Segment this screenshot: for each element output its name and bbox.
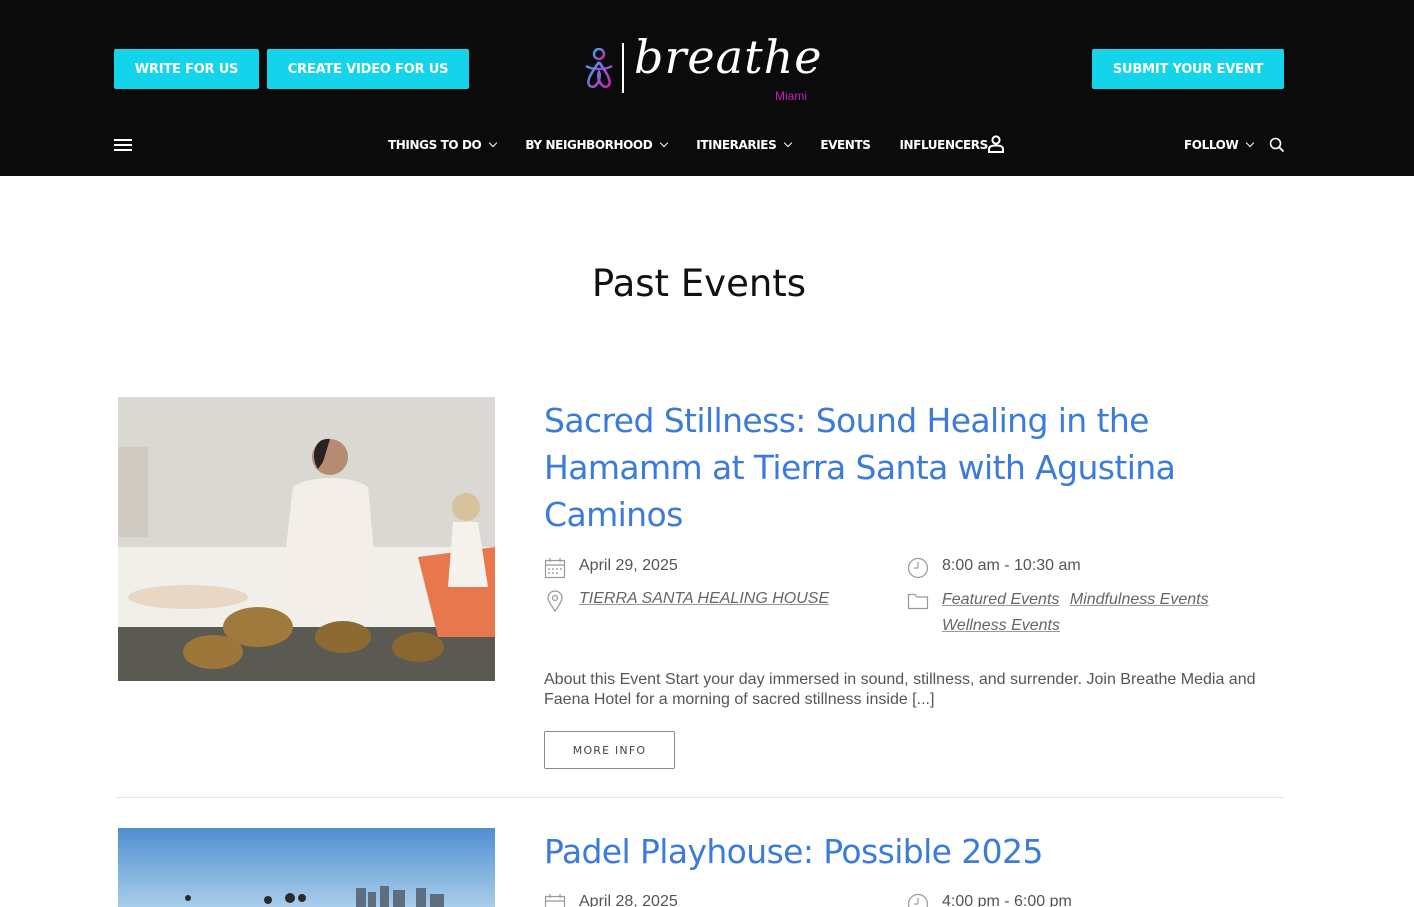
create-video-button[interactable]: CREATE VIDEO FOR US <box>267 49 469 89</box>
event-date-text: April 29, 2025 <box>579 557 678 574</box>
logo-meditation-icon <box>585 48 613 89</box>
event-time-text: 4:00 pm - 6:00 pm <box>942 893 1072 907</box>
nav-events[interactable]: EVENTS <box>820 138 871 152</box>
event-date: April 29, 2025 <box>544 557 678 579</box>
user-icon[interactable] <box>987 135 1005 153</box>
event-venue: TIERRA SANTA HEALING HOUSE <box>544 590 829 612</box>
chevron-down-icon <box>489 138 498 148</box>
chevron-down-icon <box>784 138 793 148</box>
follow-menu[interactable]: FOLLOW <box>1184 130 1255 160</box>
search-icon[interactable] <box>1269 137 1285 153</box>
event-excerpt: About this Event Start your day immersed… <box>544 671 1256 708</box>
page-title: Past Events <box>591 262 807 305</box>
more-info-button[interactable]: MORE INFO <box>544 731 675 769</box>
event-categories: Featured Events Mindfulness Events Welln… <box>907 590 1232 639</box>
logo-divider <box>622 43 624 93</box>
clock-icon <box>907 893 929 907</box>
nav-itineraries[interactable]: ITINERARIES <box>696 138 793 152</box>
event-image[interactable] <box>118 397 495 681</box>
logo-wordmark: breathe <box>634 30 823 84</box>
follow-label: FOLLOW <box>1184 138 1239 152</box>
calendar-icon <box>544 558 566 579</box>
calendar-icon <box>544 894 566 907</box>
event-image[interactable] <box>118 828 495 907</box>
main-nav: THINGS TO DO BY NEIGHBORHOOD ITINERARIES… <box>388 130 1017 160</box>
nav-influencers[interactable]: INFLUENCERS <box>899 138 988 152</box>
nav-label: INFLUENCERS <box>899 138 988 152</box>
category-link[interactable]: Featured Events <box>942 591 1059 608</box>
site-header: WRITE FOR US CREATE VIDEO FOR US breathe… <box>0 0 1414 176</box>
category-link[interactable]: Wellness Events <box>942 617 1060 634</box>
submit-event-button[interactable]: SUBMIT YOUR EVENT <box>1092 49 1284 89</box>
nav-by-neighborhood[interactable]: BY NEIGHBORHOOD <box>525 138 669 152</box>
event-title[interactable]: Padel Playhouse: Possible 2025 <box>544 828 1184 875</box>
event-date-text: April 28, 2025 <box>579 893 678 907</box>
nav-things-to-do[interactable]: THINGS TO DO <box>388 138 498 152</box>
event-photo <box>118 397 495 681</box>
site-logo[interactable]: breathe Miami <box>582 30 822 106</box>
event-time: 4:00 pm - 6:00 pm <box>907 893 1072 907</box>
hamburger-menu-icon[interactable] <box>114 138 132 152</box>
map-pin-icon <box>547 590 563 612</box>
category-link[interactable]: Mindfulness Events <box>1070 591 1209 608</box>
event-time-text: 8:00 am - 10:30 am <box>942 557 1081 574</box>
event-time: 8:00 am - 10:30 am <box>907 557 1081 579</box>
clock-icon <box>907 557 929 579</box>
event-divider <box>116 797 1284 798</box>
nav-label: ITINERARIES <box>696 138 777 152</box>
chevron-down-icon <box>1246 138 1255 148</box>
nav-label: BY NEIGHBORHOOD <box>525 138 653 152</box>
event-date: April 28, 2025 <box>544 893 678 907</box>
folder-icon <box>907 593 929 610</box>
venue-link[interactable]: TIERRA SANTA HEALING HOUSE <box>579 590 829 608</box>
nav-label: THINGS TO DO <box>388 138 482 152</box>
write-for-us-button[interactable]: WRITE FOR US <box>114 49 259 89</box>
logo-city: Miami <box>775 89 807 103</box>
event-photo <box>118 828 495 907</box>
event-title[interactable]: Sacred Stillness: Sound Healing in the H… <box>544 397 1184 538</box>
category-list: Featured Events Mindfulness Events Welln… <box>942 587 1232 639</box>
nav-label: EVENTS <box>820 138 871 152</box>
chevron-down-icon <box>660 138 669 148</box>
